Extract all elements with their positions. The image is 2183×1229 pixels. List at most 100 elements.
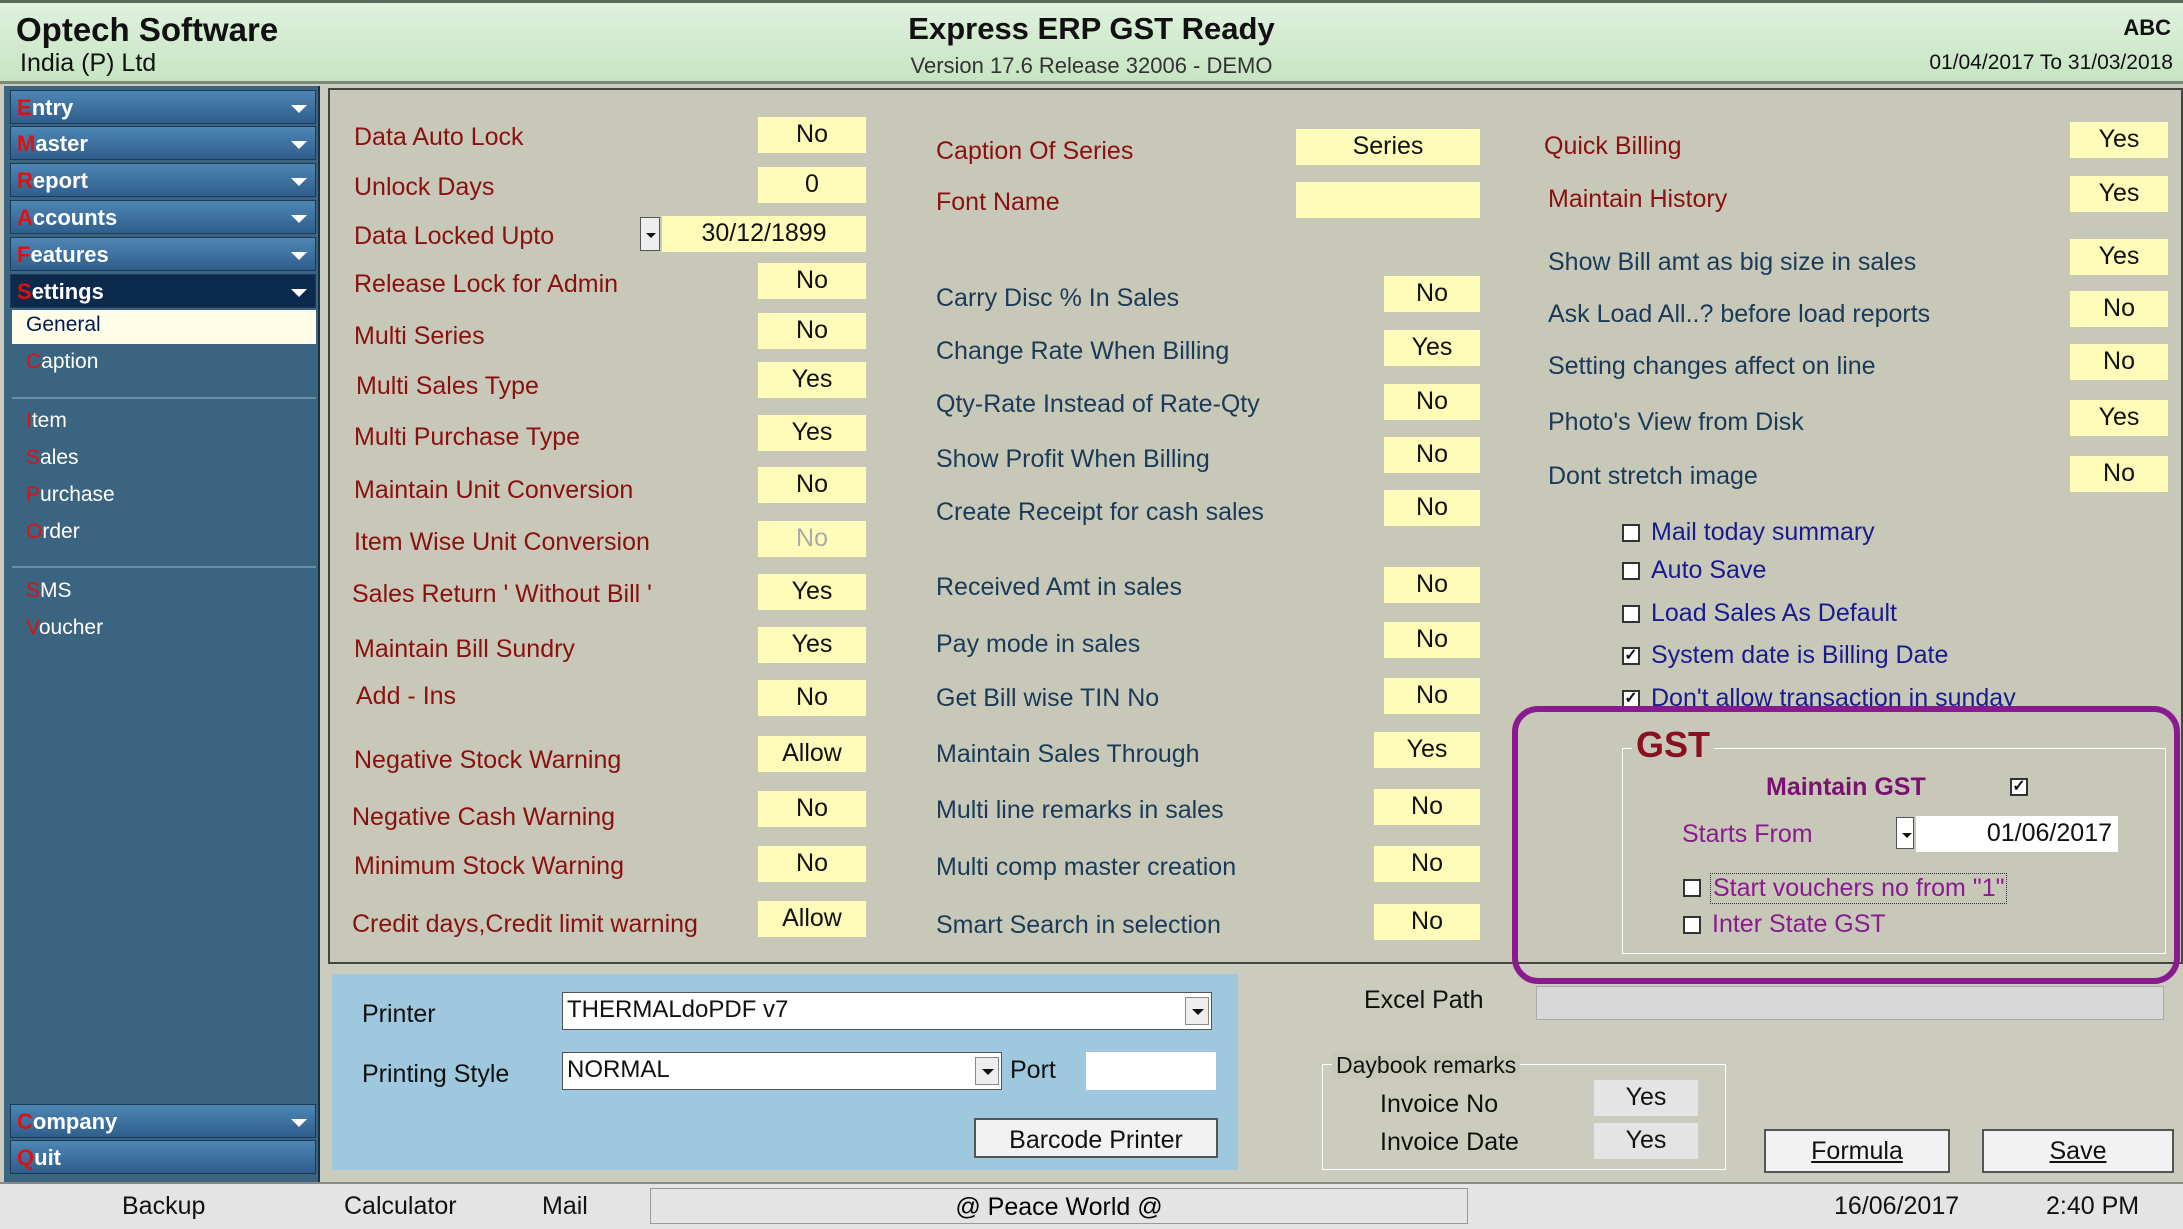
setting-value[interactable]: No [1384, 678, 1480, 714]
barcode-printer-button[interactable]: Barcode Printer [974, 1118, 1218, 1158]
menu-master[interactable]: Master [10, 126, 316, 160]
sidebar-item-general[interactable]: General [12, 310, 316, 344]
save-button[interactable]: Save [1982, 1129, 2174, 1173]
menu-settings[interactable]: Settings [10, 274, 316, 308]
setting-value[interactable]: No [1374, 789, 1480, 825]
setting-label: Ask Load All..? before load reports [1548, 300, 1931, 328]
calculator-button[interactable]: Calculator [344, 1192, 457, 1221]
setting-value[interactable]: Allow [758, 901, 866, 937]
setting-label: Create Receipt for cash sales [936, 498, 1264, 526]
mail-button[interactable]: Mail [542, 1192, 588, 1221]
setting-value[interactable]: No [1384, 384, 1480, 420]
setting-value[interactable]: No [2070, 344, 2168, 380]
setting-value[interactable]: Yes [1384, 330, 1480, 366]
setting-value[interactable]: No [1384, 622, 1480, 658]
setting-label: Get Bill wise TIN No [936, 684, 1160, 712]
caption-of-series-field[interactable]: Series [1296, 129, 1480, 165]
setting-value[interactable]: No [758, 117, 866, 153]
status-bar: Backup Calculator Mail @ Peace World @ 1… [0, 1182, 2183, 1229]
setting-value[interactable]: Yes [2070, 400, 2168, 436]
mail-today-summary-checkbox[interactable] [1622, 524, 1640, 542]
printing-style-select[interactable]: NORMAL [562, 1052, 1002, 1090]
port-input[interactable] [1086, 1052, 1216, 1090]
setting-value[interactable]: No [1384, 567, 1480, 603]
sidebar-item-sms[interactable]: SMS [20, 576, 316, 610]
backup-button[interactable]: Backup [122, 1192, 205, 1221]
menu-entry-label: ntry [31, 95, 74, 120]
menu-entry[interactable]: Entry [10, 90, 316, 124]
invoice-no-value[interactable]: Yes [1594, 1080, 1698, 1116]
setting-value[interactable]: Yes [2070, 122, 2168, 158]
sidebar-item-order[interactable]: Order [20, 517, 316, 551]
menu-master-hotkey: M [17, 131, 36, 156]
sidebar-item-caption[interactable]: Caption [20, 347, 316, 381]
setting-value[interactable]: Yes [1374, 732, 1480, 768]
system-date-billing-checkbox[interactable]: ✓ [1622, 647, 1640, 665]
setting-value[interactable]: No [758, 263, 866, 299]
setting-value[interactable]: No [1384, 276, 1480, 312]
sidebar-item-sales[interactable]: Sales [20, 443, 316, 477]
data-locked-upto-field[interactable]: 30/12/1899 [662, 216, 866, 252]
setting-label: Multi Series [354, 322, 485, 350]
menu-accounts-hotkey: A [17, 205, 33, 230]
setting-value[interactable]: No [1384, 437, 1480, 473]
date-picker-button[interactable] [1896, 817, 1914, 849]
date-picker-button[interactable] [640, 217, 660, 251]
menu-company[interactable]: Company [10, 1104, 316, 1138]
chevron-down-icon[interactable] [1185, 997, 1209, 1025]
inter-state-gst-checkbox[interactable] [1683, 916, 1701, 934]
setting-value[interactable]: No [2070, 456, 2168, 492]
formula-button[interactable]: Formula [1764, 1129, 1950, 1173]
setting-value[interactable]: Yes [758, 415, 866, 451]
chevron-down-icon[interactable] [975, 1057, 999, 1085]
caption-hotkey: C [26, 350, 42, 373]
order-hotkey: O [26, 520, 43, 543]
setting-label: Pay mode in sales [936, 630, 1141, 658]
setting-value[interactable]: No [758, 467, 866, 503]
maintain-gst-checkbox[interactable]: ✓ [2010, 778, 2028, 796]
setting-label: Maintain Sales Through [936, 740, 1200, 768]
caption-label: aption [41, 350, 99, 373]
setting-value[interactable]: No [758, 846, 866, 882]
port-label: Port [1010, 1056, 1056, 1084]
sales-hotkey: S [26, 446, 41, 469]
excel-path-label: Excel Path [1364, 986, 1484, 1014]
setting-value[interactable]: 0 [758, 167, 866, 203]
menu-accounts[interactable]: Accounts [10, 200, 316, 234]
chevron-down-icon [291, 289, 307, 297]
auto-save-checkbox[interactable] [1622, 562, 1640, 580]
sidebar-item-item[interactable]: Item [20, 406, 316, 440]
setting-value[interactable]: Yes [758, 574, 866, 610]
gst-start-date-field[interactable]: 01/06/2017 [1916, 816, 2118, 852]
menu-quit[interactable]: Quit [10, 1140, 316, 1174]
font-name-field[interactable] [1296, 182, 1480, 218]
setting-value[interactable]: No [1384, 490, 1480, 526]
setting-value[interactable]: No [1374, 904, 1480, 940]
load-sales-default-checkbox[interactable] [1622, 605, 1640, 623]
menu-report-label: eport [32, 168, 88, 193]
setting-label: Photo's View from Disk [1548, 408, 1804, 436]
start-vouchers-checkbox[interactable] [1683, 879, 1701, 897]
setting-value[interactable]: Yes [2070, 176, 2168, 212]
no-sunday-transaction-checkbox[interactable]: ✓ [1622, 690, 1640, 706]
setting-value[interactable]: No [1374, 846, 1480, 882]
setting-label: Release Lock for Admin [354, 270, 619, 298]
sidebar-item-voucher[interactable]: Voucher [20, 613, 316, 647]
setting-value[interactable]: Yes [758, 627, 866, 663]
setting-value[interactable]: No [2070, 291, 2168, 327]
sidebar-item-purchase[interactable]: Purchase [20, 480, 316, 514]
invoice-date-value[interactable]: Yes [1594, 1123, 1698, 1159]
setting-value[interactable]: Allow [758, 736, 866, 772]
printer-select[interactable]: THERMALdoPDF v7 [562, 992, 1212, 1030]
menu-report[interactable]: Report [10, 163, 316, 197]
menu-features[interactable]: Features [10, 237, 316, 271]
setting-value[interactable]: No [758, 680, 866, 716]
setting-value[interactable]: No [758, 791, 866, 827]
sidebar: Entry Master Report Accounts Features Se… [4, 86, 320, 1182]
setting-label: Multi Sales Type [356, 372, 539, 400]
excel-path-input[interactable] [1536, 986, 2164, 1020]
setting-value[interactable]: Yes [758, 362, 866, 398]
setting-value[interactable]: No [758, 313, 866, 349]
setting-label: Credit days,Credit limit warning [352, 910, 698, 938]
setting-value[interactable]: Yes [2070, 239, 2168, 275]
